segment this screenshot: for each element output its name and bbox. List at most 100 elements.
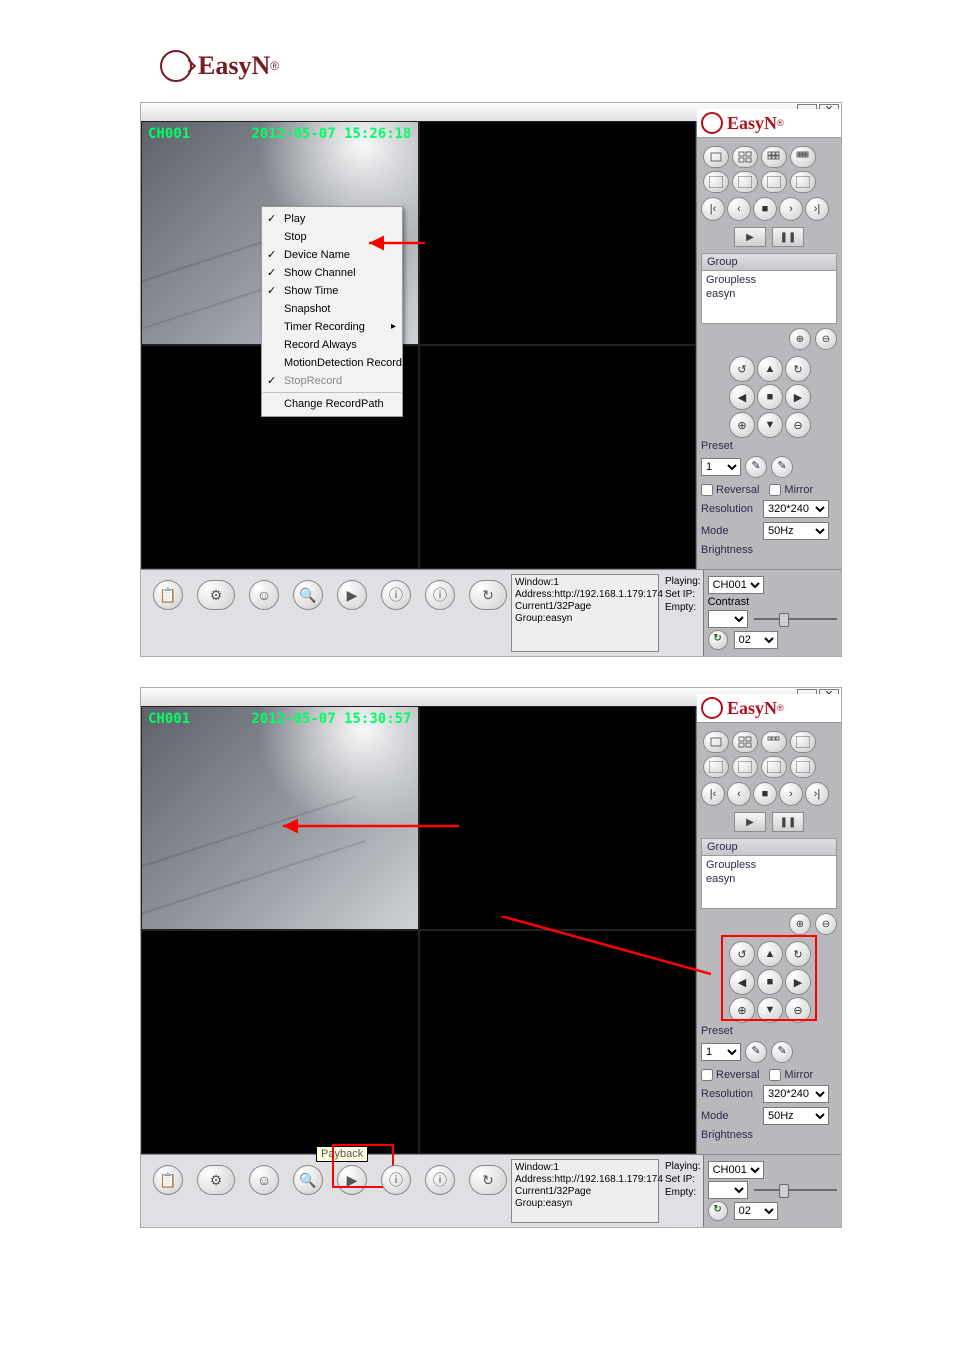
ptz-up-right[interactable]: ↻ <box>785 941 811 967</box>
layout-2x2-button[interactable] <box>732 731 758 753</box>
ptz-up[interactable]: ▲ <box>757 941 783 967</box>
pause-button[interactable]: ❚❚ <box>772 227 804 247</box>
ptz-left[interactable]: ◀ <box>729 969 755 995</box>
ptz-home[interactable]: ■ <box>757 969 783 995</box>
ctx-snapshot[interactable]: Snapshot <box>262 300 402 318</box>
reversal-checkbox[interactable]: Reversal <box>701 1069 759 1081</box>
mode-select[interactable]: 50Hz <box>763 522 829 540</box>
nav-next-button[interactable]: › <box>779 197 803 221</box>
ptz-up[interactable]: ▲ <box>757 356 783 382</box>
setip-select[interactable] <box>708 610 748 628</box>
preset-set-button[interactable]: ✎ <box>745 1041 767 1063</box>
layout-7x7-button[interactable] <box>761 756 787 778</box>
pause-button[interactable]: ❚❚ <box>772 812 804 832</box>
user-button[interactable]: ☺ <box>249 580 279 610</box>
layout-8x8-button[interactable] <box>790 756 816 778</box>
zoom-in-button[interactable]: ⊕ <box>789 913 811 935</box>
layout-4x4-button[interactable] <box>790 731 816 753</box>
ptz-down-right[interactable]: ⊖ <box>785 997 811 1023</box>
playback-button[interactable]: ▶ Payback <box>337 1165 367 1195</box>
preset-select[interactable]: 1 <box>701 1043 741 1061</box>
ptz-up-right[interactable]: ↻ <box>785 356 811 382</box>
play-button[interactable]: ▶ <box>734 227 766 247</box>
layout-1x1-button[interactable] <box>703 731 729 753</box>
list-item[interactable]: Groupless <box>706 858 832 872</box>
ptz-down[interactable]: ▼ <box>757 412 783 438</box>
info-button[interactable]: ⓘ <box>381 1165 411 1195</box>
ctx-motion-record[interactable]: MotionDetection Record <box>262 354 402 372</box>
nav-stop-button[interactable]: ■ <box>753 782 777 806</box>
layout-5x5-button[interactable] <box>703 171 729 193</box>
cycle-button[interactable]: ↻ <box>469 580 507 610</box>
ptz-down-right[interactable]: ⊖ <box>785 412 811 438</box>
ptz-right[interactable]: ▶ <box>785 384 811 410</box>
ctx-record-always[interactable]: Record Always <box>262 336 402 354</box>
preset-select[interactable]: 1 <box>701 458 741 476</box>
clipboard-button[interactable]: 📋 <box>153 580 183 610</box>
ctx-stop-record[interactable]: StopRecord <box>262 372 402 390</box>
layout-6x6-button[interactable] <box>732 756 758 778</box>
mode-select[interactable]: 50Hz <box>763 1107 829 1125</box>
contrast-slider[interactable] <box>754 614 837 624</box>
ctx-play[interactable]: Play <box>262 210 402 228</box>
video-cell-3[interactable] <box>141 930 419 1154</box>
zoom-out-button[interactable]: ⊖ <box>815 913 837 935</box>
settings-button[interactable]: ⚙ <box>197 1165 235 1195</box>
layout-5x5-button[interactable] <box>703 756 729 778</box>
list-item[interactable]: easyn <box>706 872 832 886</box>
ptz-right[interactable]: ▶ <box>785 969 811 995</box>
ctx-show-channel[interactable]: Show Channel <box>262 264 402 282</box>
layout-3x3-button[interactable] <box>761 731 787 753</box>
cycle-button[interactable]: ↻ <box>469 1165 507 1195</box>
ptz-down-left[interactable]: ⊕ <box>729 412 755 438</box>
ctx-show-time[interactable]: Show Time <box>262 282 402 300</box>
layout-4x4-button[interactable] <box>790 146 816 168</box>
nav-prev-button[interactable]: ‹ <box>727 197 751 221</box>
refresh-button[interactable]: ↻ <box>708 630 728 650</box>
preset-call-button[interactable]: ✎ <box>771 1041 793 1063</box>
help-button[interactable]: ⓘ <box>425 580 455 610</box>
layout-7x7-button[interactable] <box>761 171 787 193</box>
ptz-down[interactable]: ▼ <box>757 997 783 1023</box>
nav-last-button[interactable]: ›| <box>805 782 829 806</box>
list-item[interactable]: Groupless <box>706 273 832 287</box>
nav-stop-button[interactable]: ■ <box>753 197 777 221</box>
resolution-select[interactable]: 320*240 <box>763 500 829 518</box>
list-item[interactable]: easyn <box>706 287 832 301</box>
search-button[interactable]: 🔍 <box>293 1165 323 1195</box>
setip-select[interactable] <box>708 1181 748 1199</box>
ctx-timer-recording[interactable]: Timer Recording <box>262 318 402 336</box>
preset-call-button[interactable]: ✎ <box>771 456 793 478</box>
video-cell-4[interactable] <box>419 345 697 569</box>
reversal-checkbox[interactable]: Reversal <box>701 484 759 496</box>
layout-3x3-button[interactable] <box>761 146 787 168</box>
refresh-button[interactable]: ↻ <box>708 1201 728 1221</box>
slider[interactable] <box>754 1185 837 1195</box>
playing-select[interactable]: CH001 <box>708 1161 764 1179</box>
video-cell-2[interactable] <box>419 121 697 345</box>
layout-1x1-button[interactable] <box>703 146 729 168</box>
nav-prev-button[interactable]: ‹ <box>727 782 751 806</box>
layout-6x6-button[interactable] <box>732 171 758 193</box>
ptz-down-left[interactable]: ⊕ <box>729 997 755 1023</box>
nav-first-button[interactable]: |‹ <box>701 782 725 806</box>
preset-set-button[interactable]: ✎ <box>745 456 767 478</box>
mirror-checkbox[interactable]: Mirror <box>769 1069 813 1081</box>
zoom-in-button[interactable]: ⊕ <box>789 328 811 350</box>
clipboard-button[interactable]: 📋 <box>153 1165 183 1195</box>
nav-first-button[interactable]: |‹ <box>701 197 725 221</box>
layout-8x8-button[interactable] <box>790 171 816 193</box>
play-button[interactable]: ▶ <box>734 812 766 832</box>
layout-2x2-button[interactable] <box>732 146 758 168</box>
info-button[interactable]: ⓘ <box>381 580 411 610</box>
ptz-left[interactable]: ◀ <box>729 384 755 410</box>
ctx-change-path[interactable]: Change RecordPath <box>262 395 402 413</box>
nav-last-button[interactable]: ›| <box>805 197 829 221</box>
playing-select[interactable]: CH001 <box>708 576 764 594</box>
user-button[interactable]: ☺ <box>249 1165 279 1195</box>
empty-select[interactable]: 02 <box>734 631 778 649</box>
empty-select[interactable]: 02 <box>734 1202 778 1220</box>
resolution-select[interactable]: 320*240 <box>763 1085 829 1103</box>
group-list[interactable]: Groupless easyn <box>701 271 837 324</box>
ptz-up-left[interactable]: ↺ <box>729 356 755 382</box>
